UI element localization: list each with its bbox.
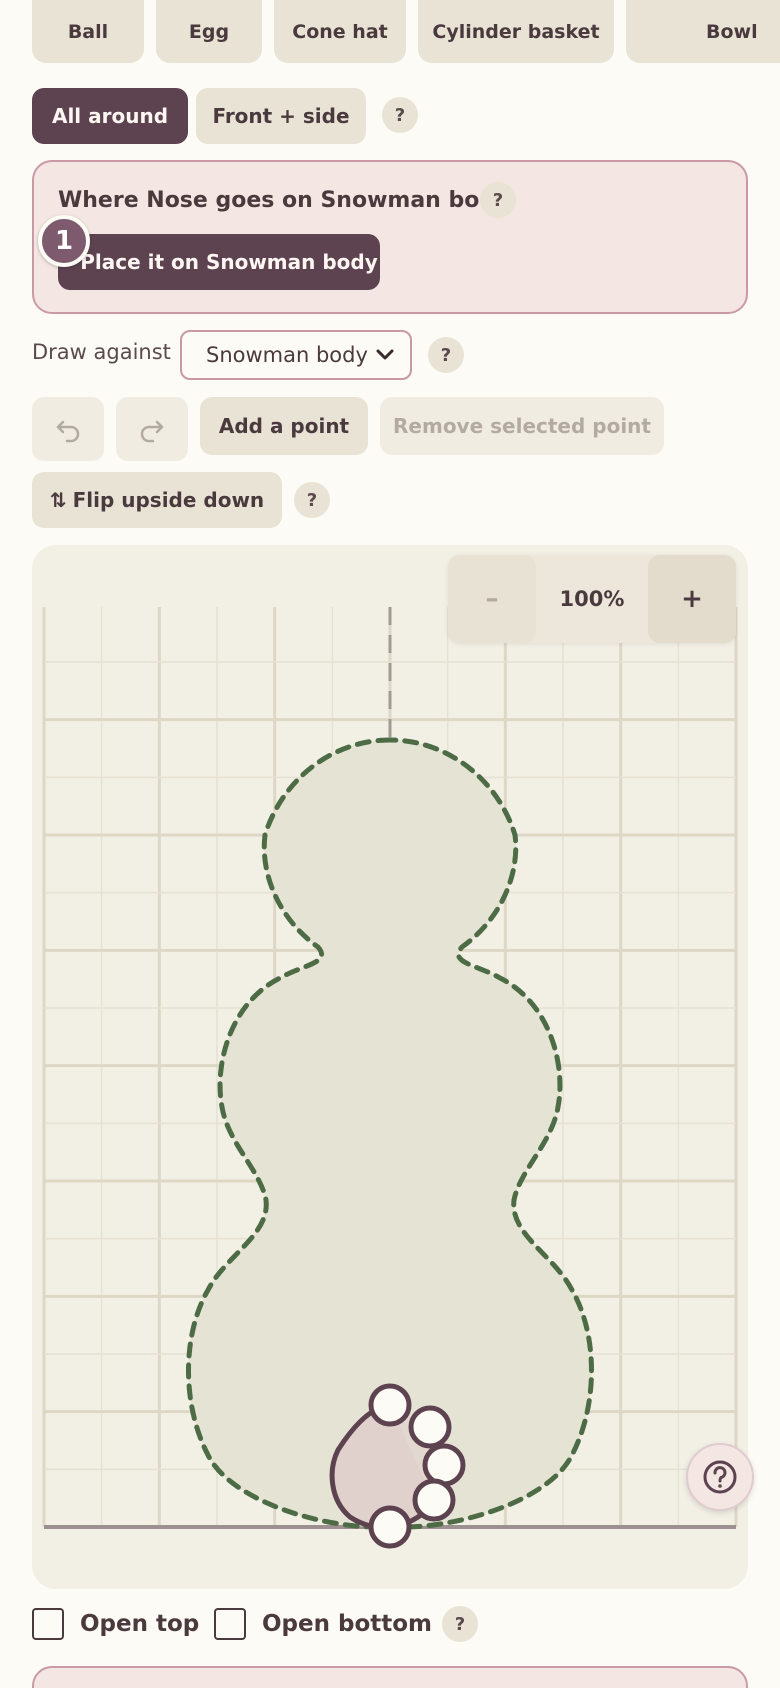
chevron-down-icon: [376, 349, 394, 360]
all-around-label: All around: [51, 104, 169, 128]
draw-against-value: Snowman body: [206, 343, 368, 367]
undo-icon: [56, 420, 80, 443]
place-it-button[interactable]: Place it on Snowman body: [58, 234, 380, 290]
draw-against-select[interactable]: Snowman body: [180, 330, 412, 380]
add-point-button[interactable]: Add a point: [200, 397, 368, 455]
placement-panel: Where Nose goes on Snowman body ? Place …: [32, 160, 748, 314]
flip-label: Flip upside down: [72, 488, 265, 512]
placement-help-button[interactable]: ?: [480, 182, 516, 218]
zoom-level: 100%: [559, 587, 625, 611]
drawing-canvas[interactable]: [32, 545, 748, 1589]
shape-tile-label: Bowl: [706, 21, 758, 43]
next-panel: [32, 1666, 748, 1688]
step-number: 1: [54, 226, 74, 256]
draw-against-help-button[interactable]: ?: [428, 337, 464, 373]
flip-help-button[interactable]: ?: [294, 482, 330, 518]
question-circle-icon: [703, 1460, 737, 1494]
control-point[interactable]: [422, 1443, 466, 1487]
redo-button[interactable]: [116, 397, 188, 461]
shape-tile-egg[interactable]: Egg: [156, 0, 262, 63]
help-label: ?: [306, 489, 318, 511]
options-help-button[interactable]: ?: [442, 1606, 478, 1642]
flip-icon: ⇅: [49, 488, 67, 512]
shape-tile-label: Cone hat: [292, 21, 388, 43]
remove-point-label: Remove selected point: [393, 414, 651, 438]
front-side-button[interactable]: Front + side: [196, 88, 366, 144]
drawing-canvas-card[interactable]: – 100% +: [32, 545, 748, 1589]
remove-point-button[interactable]: Remove selected point: [380, 397, 664, 455]
help-label: ?: [440, 344, 452, 366]
help-label: ?: [492, 189, 504, 211]
open-top-option[interactable]: Open top: [32, 1608, 199, 1640]
flip-upside-down-button[interactable]: ⇅ Flip upside down: [32, 472, 282, 528]
open-top-checkbox[interactable]: [32, 1608, 64, 1640]
step-number-badge: 1: [38, 215, 90, 267]
add-point-label: Add a point: [218, 414, 350, 438]
place-it-label: Place it on Snowman body: [80, 250, 378, 274]
zoom-out-button[interactable]: –: [448, 555, 536, 643]
open-bottom-label: Open bottom: [262, 1611, 433, 1637]
open-bottom-checkbox[interactable]: [214, 1608, 246, 1640]
shape-tile-label: Egg: [188, 21, 230, 43]
shape-tile-cone-hat[interactable]: Cone hat: [274, 0, 406, 63]
control-point[interactable]: [368, 1505, 412, 1549]
open-bottom-option[interactable]: Open bottom: [214, 1608, 432, 1640]
mode-help-button[interactable]: ?: [382, 97, 418, 133]
shape-tile-label: Cylinder basket: [432, 21, 600, 43]
open-top-label: Open top: [80, 1611, 200, 1637]
control-point[interactable]: [412, 1478, 456, 1522]
shape-tile-ball[interactable]: Ball: [32, 0, 144, 63]
redo-icon: [140, 420, 164, 443]
help-label: ?: [394, 104, 406, 126]
shape-tile-cylinder-basket[interactable]: Cylinder basket: [418, 0, 614, 63]
shape-tile-label: Ball: [67, 21, 109, 43]
zoom-in-button[interactable]: +: [648, 555, 736, 643]
all-around-button[interactable]: All around: [32, 88, 188, 144]
draw-against-label: Draw against: [32, 340, 171, 364]
floating-help-button[interactable]: [686, 1443, 754, 1511]
help-label: ?: [454, 1613, 466, 1635]
shape-tile-bowl[interactable]: Bowl: [626, 0, 780, 63]
undo-button[interactable]: [32, 397, 104, 461]
front-side-label: Front + side: [212, 104, 350, 128]
control-point[interactable]: [408, 1405, 452, 1449]
zoom-in-label: +: [681, 584, 703, 614]
zoom-out-label: –: [485, 584, 499, 614]
placement-panel-title: Where Nose goes on Snowman body: [58, 188, 510, 213]
control-point[interactable]: [368, 1383, 412, 1427]
zoom-control: – 100% +: [448, 555, 736, 643]
